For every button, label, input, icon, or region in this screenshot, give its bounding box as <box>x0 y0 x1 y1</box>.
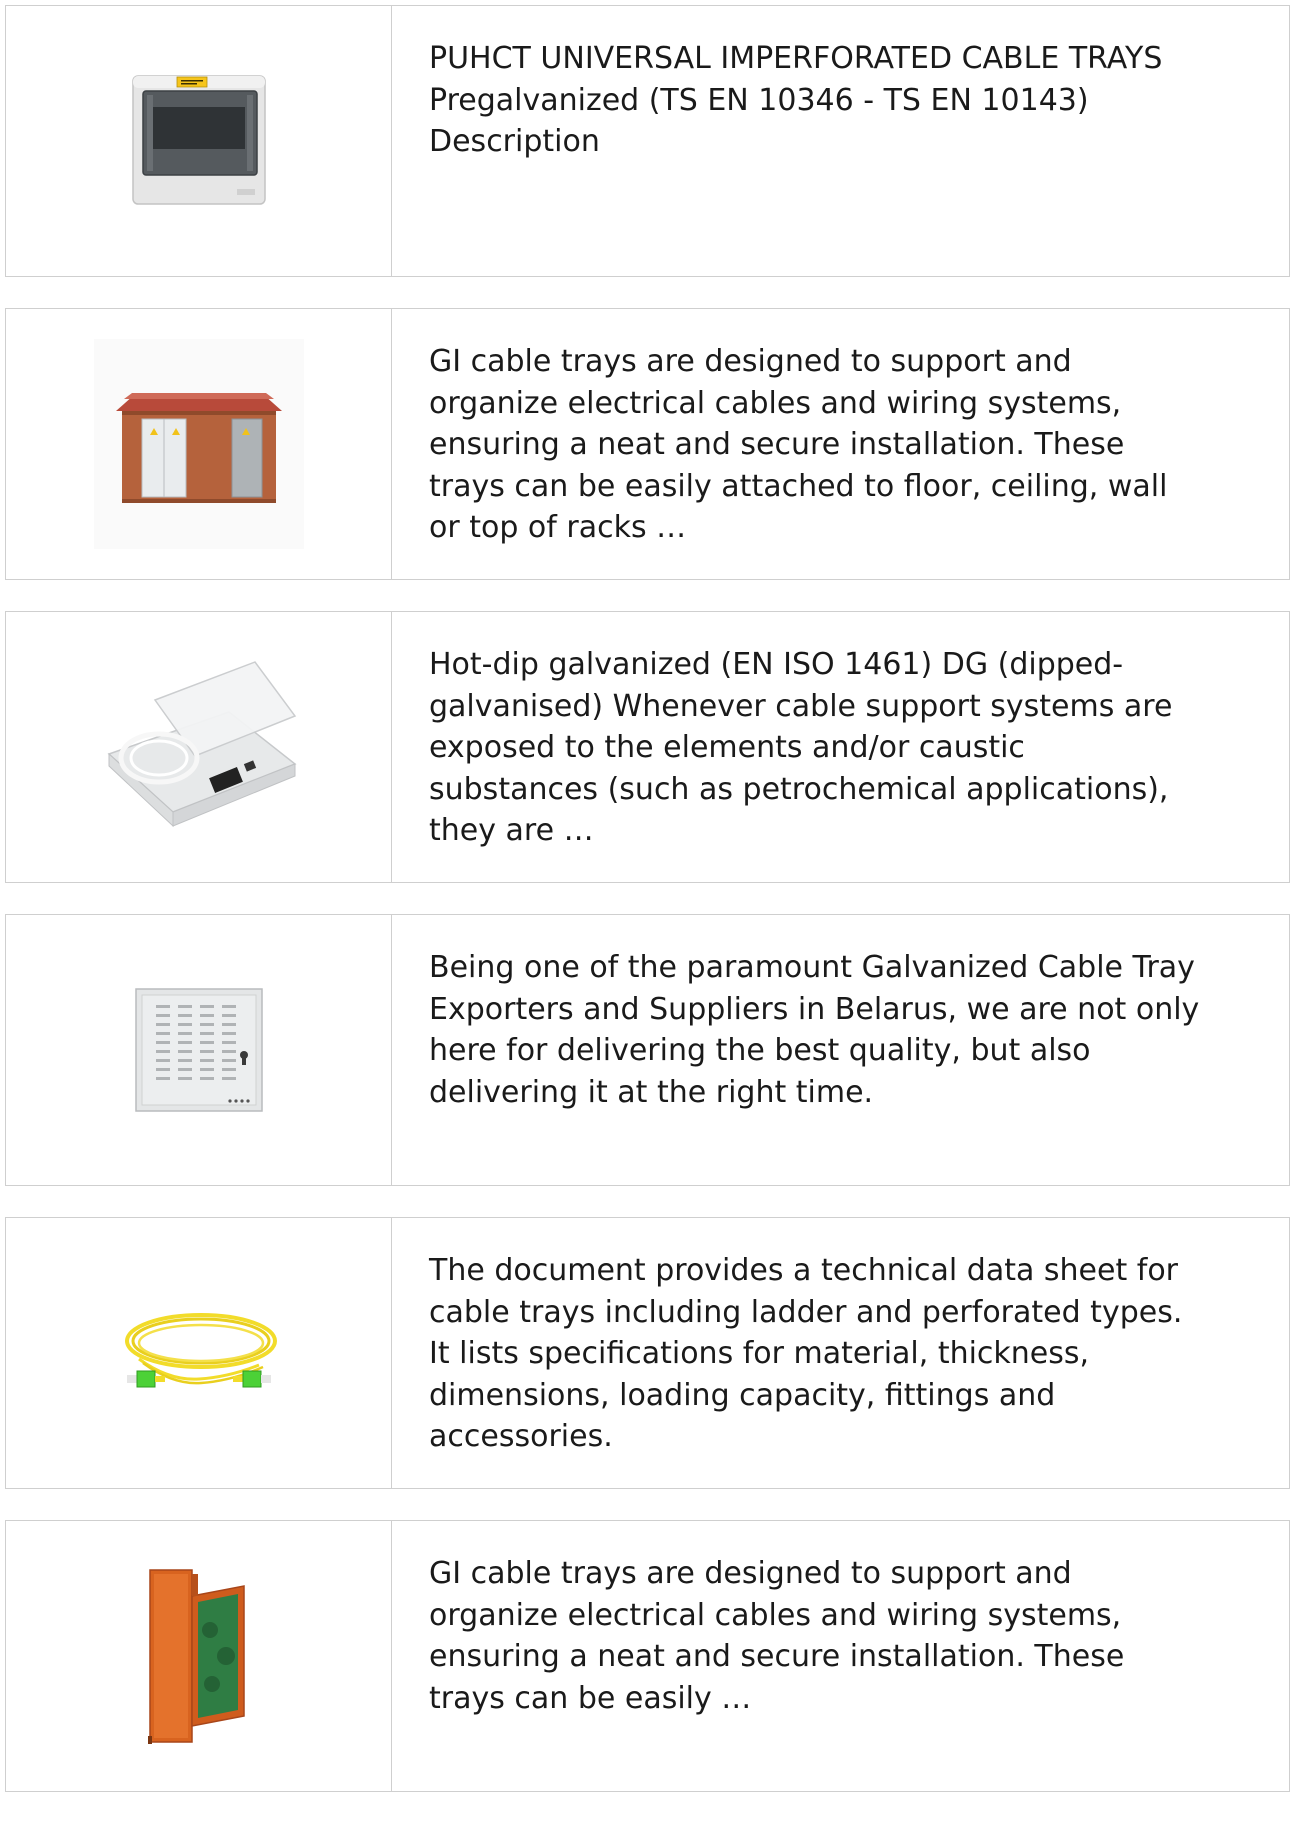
product-description: GI cable trays are designed to support a… <box>392 309 1289 579</box>
product-thumbnail[interactable] <box>6 6 392 276</box>
electrical-distribution-box-image <box>131 75 266 205</box>
product-description: Being one of the paramount Galvanized Ca… <box>392 915 1289 1185</box>
product-card[interactable]: The document provides a technical data s… <box>5 1217 1290 1489</box>
orange-fiber-splice-box-image <box>147 1569 245 1744</box>
product-card[interactable]: Hot-dip galvanized (EN ISO 1461) DG (dip… <box>5 611 1290 883</box>
description-line: accessories. <box>429 1419 613 1454</box>
product-thumbnail[interactable] <box>6 915 392 1185</box>
description-line: substances (such as petrochemical applic… <box>429 771 1169 807</box>
product-thumbnail[interactable] <box>6 1218 392 1488</box>
product-card[interactable]: GI cable trays are designed to support a… <box>5 1520 1290 1792</box>
product-card[interactable]: GI cable trays are designed to support a… <box>5 308 1290 580</box>
description-line: delivering it at the right time. <box>429 1074 874 1110</box>
description-line: cable trays including ladder and perfora… <box>429 1294 1183 1330</box>
description-line: GI cable trays are designed to support a… <box>429 344 1072 379</box>
product-list: PUHCT UNIVERSAL IMPERFORATED CABLE TRAYS… <box>5 5 1290 1823</box>
product-card[interactable]: Being one of the paramount Galvanized Ca… <box>5 914 1290 1186</box>
description-line: Being one of the paramount Galvanized Ca… <box>429 950 1195 985</box>
product-thumbnail[interactable] <box>6 1521 392 1791</box>
description-line: PUHCT UNIVERSAL IMPERFORATED CABLE TRAYS <box>429 41 1163 76</box>
product-description: Hot-dip galvanized (EN ISO 1461) DG (dip… <box>392 612 1289 882</box>
ventilated-wall-cabinet-image <box>134 988 263 1112</box>
description-line: organize electrical cables and wiring sy… <box>429 1597 1122 1633</box>
description-line: The document provides a technical data s… <box>429 1253 1179 1288</box>
description-line: trays can be easily … <box>429 1680 752 1716</box>
product-description: The document provides a technical data s… <box>392 1218 1289 1488</box>
fiber-patch-cord-image <box>124 1313 277 1388</box>
description-line: Pregalvanized (TS EN 10346 - TS EN 10143… <box>429 82 1089 118</box>
description-line: ensuring a neat and secure installation.… <box>429 1639 1125 1674</box>
description-line: GI cable trays are designed to support a… <box>429 1556 1072 1591</box>
description-line: It lists specifications for material, th… <box>429 1336 1090 1371</box>
description-line: they are … <box>429 813 594 848</box>
description-line: ensuring a neat and secure installation.… <box>429 427 1125 462</box>
product-thumbnail[interactable] <box>6 309 392 579</box>
description-line: galvanised) Whenever cable support syste… <box>429 688 1173 724</box>
product-description: GI cable trays are designed to support a… <box>392 1521 1289 1791</box>
description-line: dimensions, loading capacity, fittings a… <box>429 1377 1056 1413</box>
description-line: organize electrical cables and wiring sy… <box>429 385 1122 421</box>
description-line: or top of racks … <box>429 510 687 545</box>
description-line: trays can be easily attached to floor, c… <box>429 468 1168 504</box>
fiber-termination-box-image <box>107 661 296 828</box>
product-description: PUHCT UNIVERSAL IMPERFORATED CABLE TRAYS… <box>392 6 1289 276</box>
description-line: Exporters and Suppliers in Belarus, we a… <box>429 991 1200 1027</box>
transformer-substation-kiosk-image <box>93 339 304 549</box>
description-line: exposed to the elements and/or caustic <box>429 730 1025 765</box>
product-card[interactable]: PUHCT UNIVERSAL IMPERFORATED CABLE TRAYS… <box>5 5 1290 277</box>
description-line: Description <box>429 124 600 159</box>
description-line: Hot-dip galvanized (EN ISO 1461) DG (dip… <box>429 647 1124 682</box>
description-line: here for delivering the best quality, bu… <box>429 1033 1091 1068</box>
product-thumbnail[interactable] <box>6 612 392 882</box>
